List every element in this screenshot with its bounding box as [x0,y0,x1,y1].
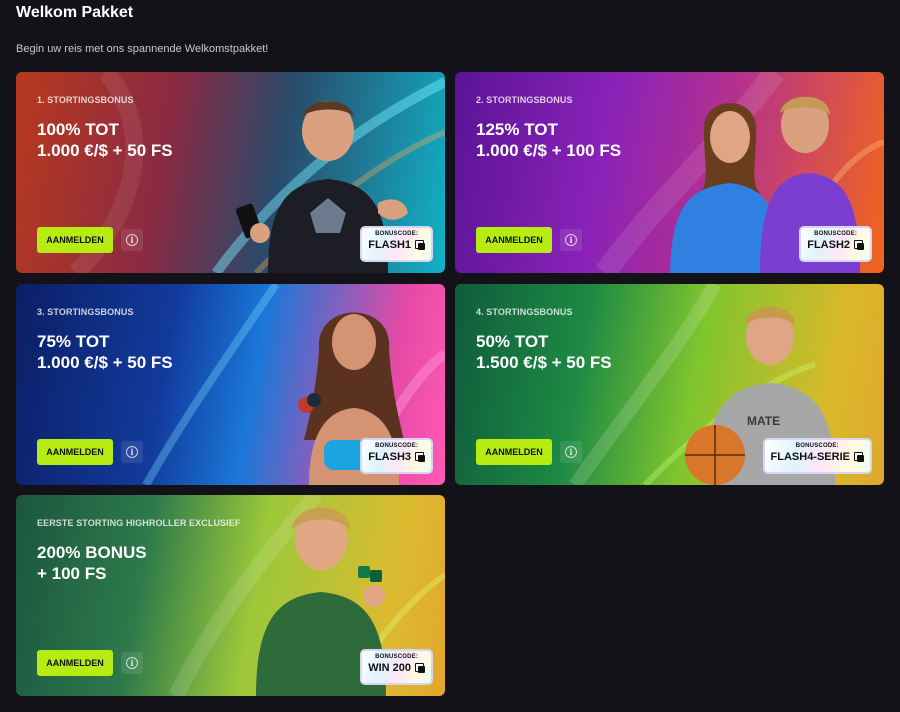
info-icon: i [565,446,577,458]
info-button[interactable]: i [121,441,143,463]
info-icon: i [126,446,138,458]
headline-line-1: 50% TOT [476,332,549,351]
signup-button[interactable]: AANMELDEN [476,227,552,253]
page-subtitle: Begin uw reis met ons spannende Welkomst… [16,43,269,55]
headline-line-1: 100% TOT [37,120,119,139]
card-label: EERSTE STORTING HIGHROLLER EXCLUSIEF [37,518,241,528]
headline-line-1: 75% TOT [37,332,110,351]
bonus-card-3: 3. STORTINGSBONUS 75% TOT 1.000 €/$ + 50… [16,284,445,485]
copy-icon[interactable] [415,452,425,462]
headline-line-2: 1.000 €/$ + 50 FS [37,353,173,372]
info-button[interactable]: i [121,229,143,251]
card-label: 1. STORTINGSBONUS [37,95,134,105]
info-icon: i [565,234,577,246]
card-label: 3. STORTINGSBONUS [37,307,134,317]
page-title: Welkom Pakket [16,4,134,21]
info-button[interactable]: i [121,652,143,674]
headline-line-2: 1.000 €/$ + 100 FS [476,141,622,160]
bonus-code-value: FLASH1 [368,239,411,251]
copy-icon[interactable] [854,452,864,462]
headline-line-2: 1.500 €/$ + 50 FS [476,353,612,372]
bonus-code-box[interactable]: BONUSCODE: FLASH4-SERIE [762,438,872,474]
bonus-code-label: BONUSCODE: [375,231,419,237]
info-icon: i [126,657,138,669]
bonus-card-5: EERSTE STORTING HIGHROLLER EXCLUSIEF 200… [16,495,445,696]
headline-line-1: 125% TOT [476,120,558,139]
bonus-code-label: BONUSCODE: [375,654,419,660]
bonus-code-box[interactable]: BONUSCODE: FLASH1 [360,226,433,262]
signup-button[interactable]: AANMELDEN [476,439,552,465]
info-button[interactable]: i [560,229,582,251]
info-button[interactable]: i [560,441,582,463]
signup-button[interactable]: AANMELDEN [37,227,113,253]
bonus-code-label: BONUSCODE: [814,231,858,237]
svg-text:MATE: MATE [747,414,780,428]
bonus-code-box[interactable]: BONUSCODE: FLASH3 [360,438,433,474]
bonus-code-value: FLASH4-SERIE [770,451,850,463]
bonus-code-value: FLASH2 [807,239,850,251]
info-icon: i [126,234,138,246]
headline-line-2: + 100 FS [37,564,107,583]
bonus-card-2: 2. STORTINGSBONUS 125% TOT 1.000 €/$ + 1… [455,72,884,273]
card-headline: 50% TOT 1.500 €/$ + 50 FS [476,331,612,373]
signup-button[interactable]: AANMELDEN [37,439,113,465]
bonus-card-4: MATE 4. STORTINGSBONUS 50% TOT 1.500 €/$… [455,284,884,485]
card-headline: 125% TOT 1.000 €/$ + 100 FS [476,119,621,161]
copy-icon[interactable] [415,240,425,250]
card-headline: 100% TOT 1.000 €/$ + 50 FS [37,119,173,161]
headline-line-2: 1.000 €/$ + 50 FS [37,141,173,160]
bonus-code-value: WIN 200 [368,662,411,674]
bonus-code-box[interactable]: BONUSCODE: WIN 200 [360,649,433,685]
bonus-code-box[interactable]: BONUSCODE: FLASH2 [799,226,872,262]
bonus-code-label: BONUSCODE: [375,443,419,449]
card-headline: 75% TOT 1.000 €/$ + 50 FS [37,331,173,373]
card-label: 4. STORTINGSBONUS [476,307,573,317]
headline-line-1: 200% BONUS [37,543,147,562]
copy-icon[interactable] [854,240,864,250]
bonus-code-value: FLASH3 [368,451,411,463]
bonus-card-1: 1. STORTINGSBONUS 100% TOT 1.000 €/$ + 5… [16,72,445,273]
copy-icon[interactable] [415,663,425,673]
signup-button[interactable]: AANMELDEN [37,650,113,676]
card-label: 2. STORTINGSBONUS [476,95,573,105]
bonus-code-label: BONUSCODE: [795,443,839,449]
card-headline: 200% BONUS + 100 FS [37,542,147,584]
